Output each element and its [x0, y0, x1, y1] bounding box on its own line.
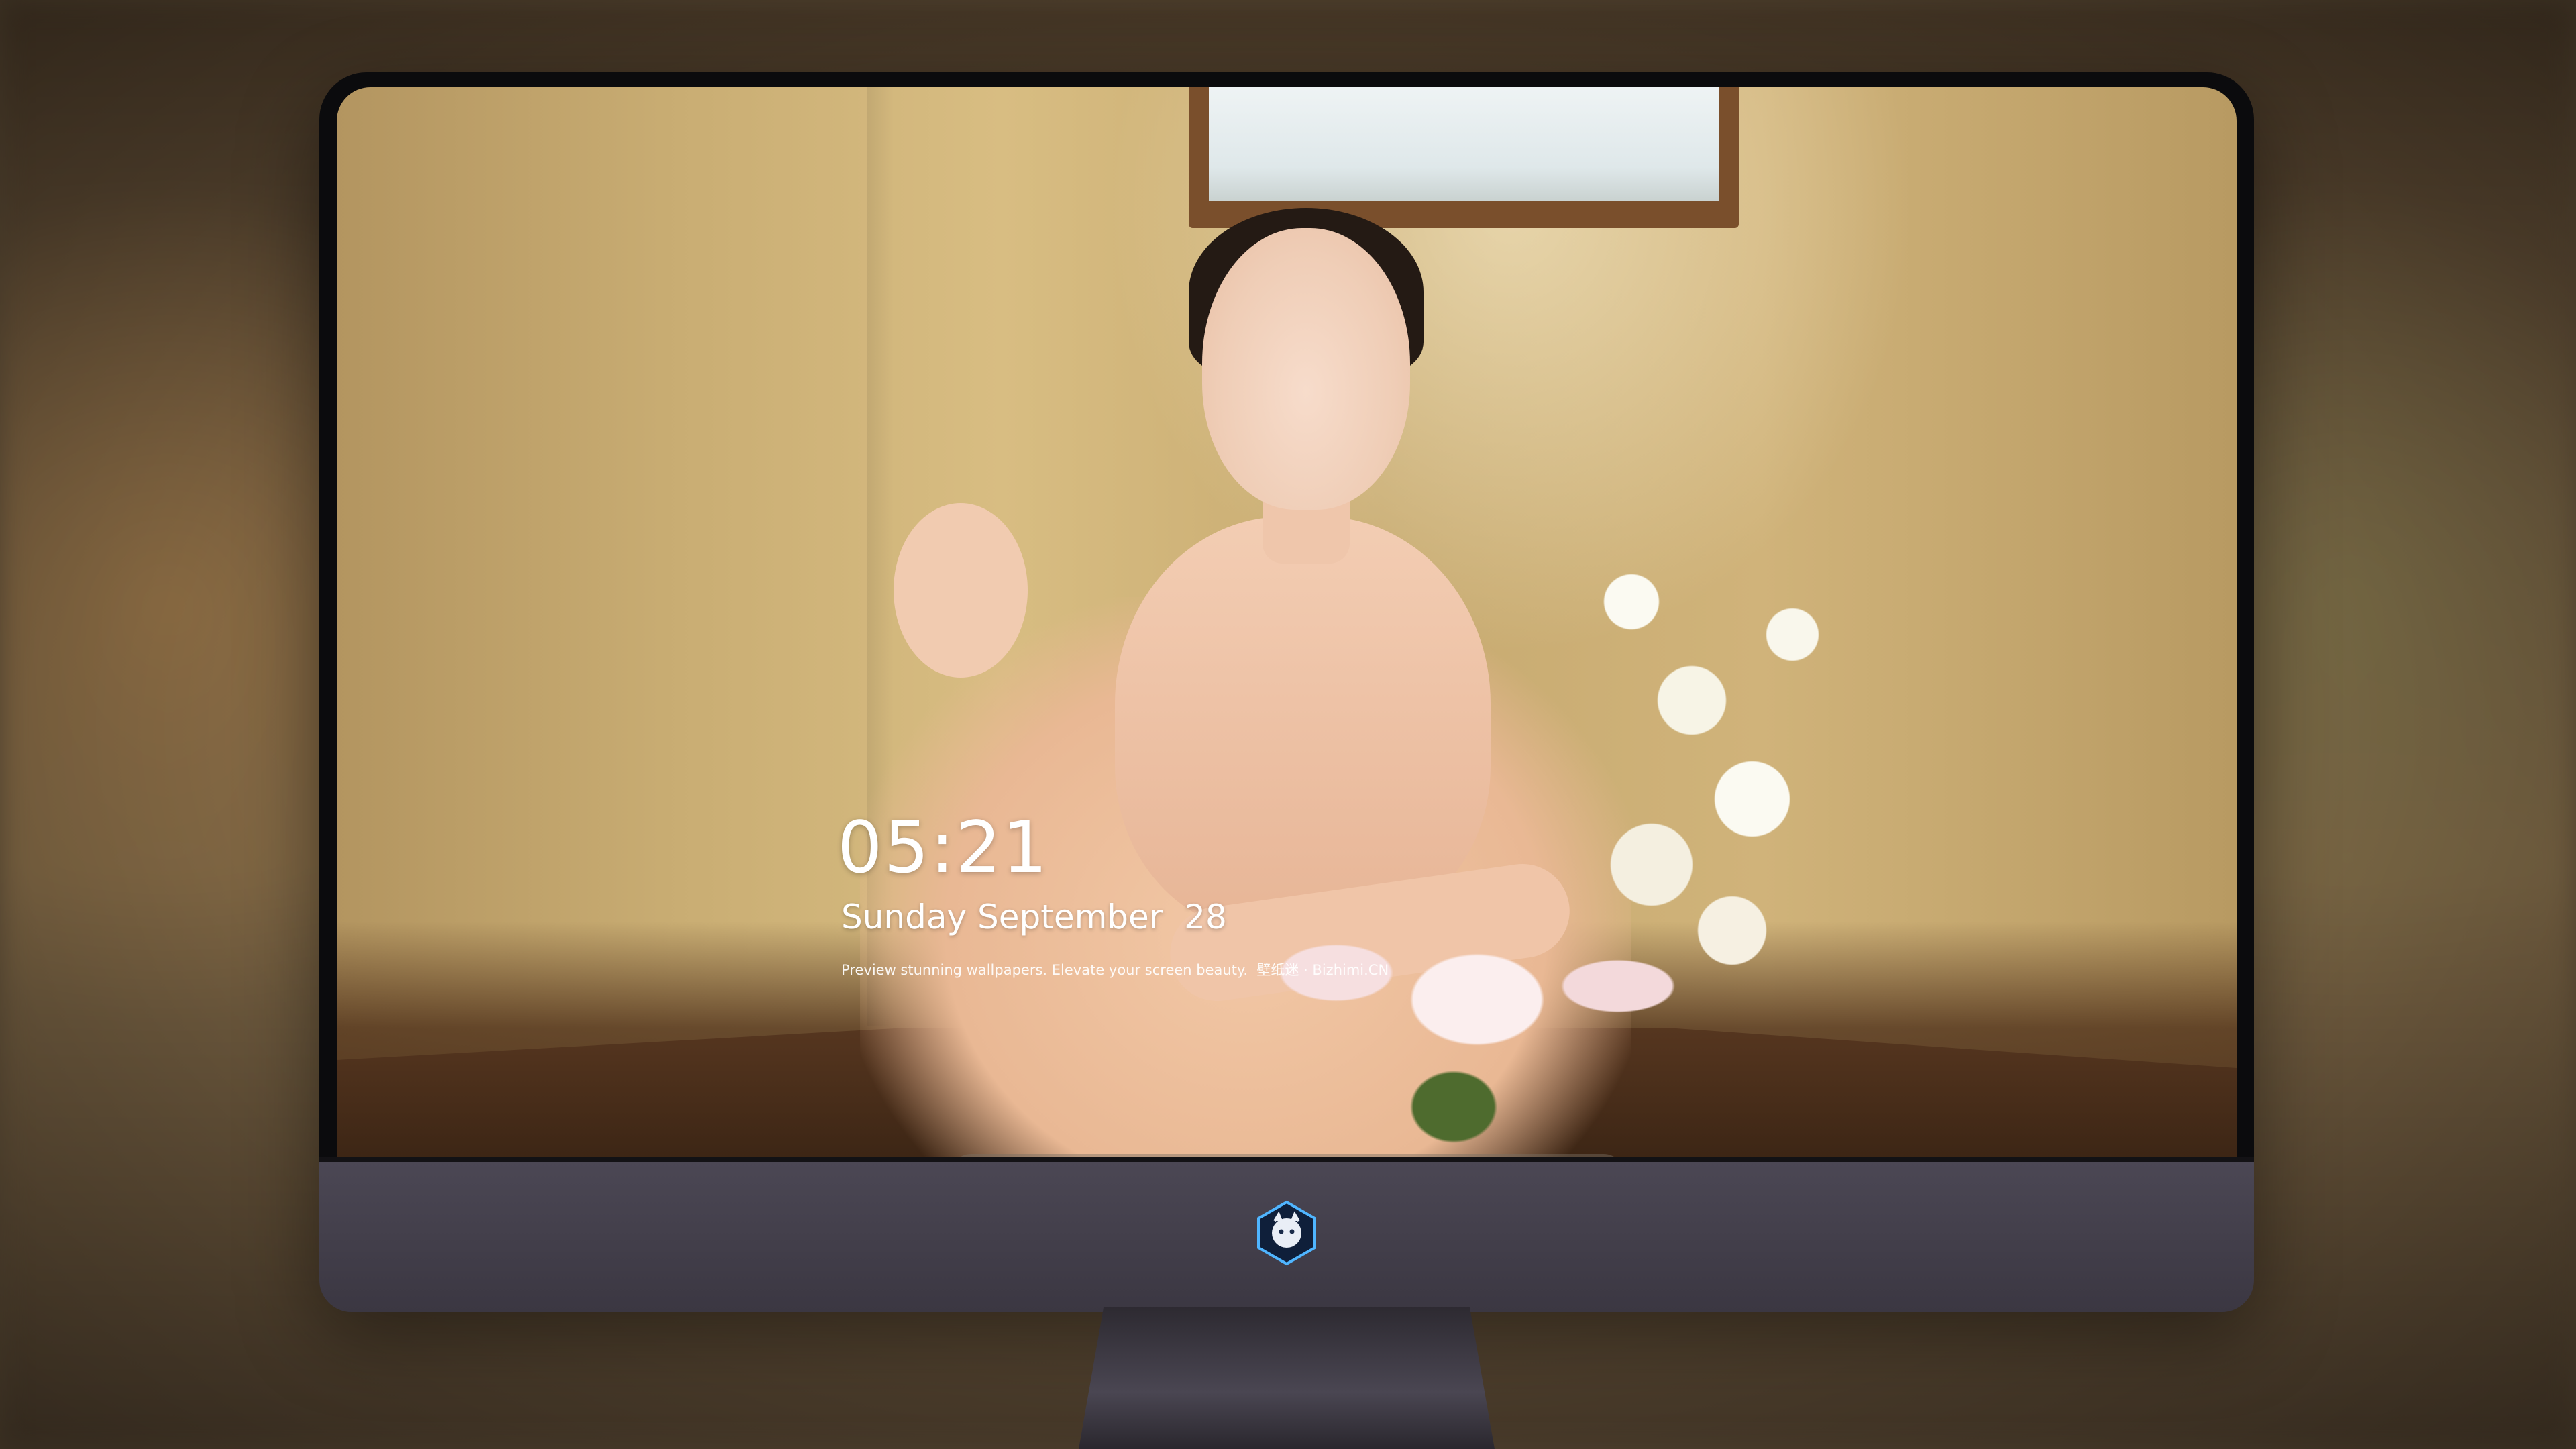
screen: 05:21 Sunday September 28 Preview stunni…	[337, 87, 2237, 1157]
wallpaper-lilies	[1242, 892, 1712, 1157]
monitor: 05:21 Sunday September 28 Preview stunni…	[319, 72, 2254, 1312]
window-glass	[1209, 87, 1719, 201]
wallpaper-face	[1202, 228, 1410, 510]
wallpaper-hand	[894, 503, 1028, 678]
lockscreen-tagline: Preview stunning wallpapers. Elevate you…	[841, 962, 1389, 978]
bizhimi-logo-icon	[1257, 1200, 1316, 1266]
lockscreen-time: 05:21	[837, 806, 1049, 889]
wallpaper-torso	[1115, 517, 1491, 932]
lockscreen-date: Sunday September 28	[841, 898, 1227, 936]
monitor-stand	[1079, 1307, 1495, 1449]
